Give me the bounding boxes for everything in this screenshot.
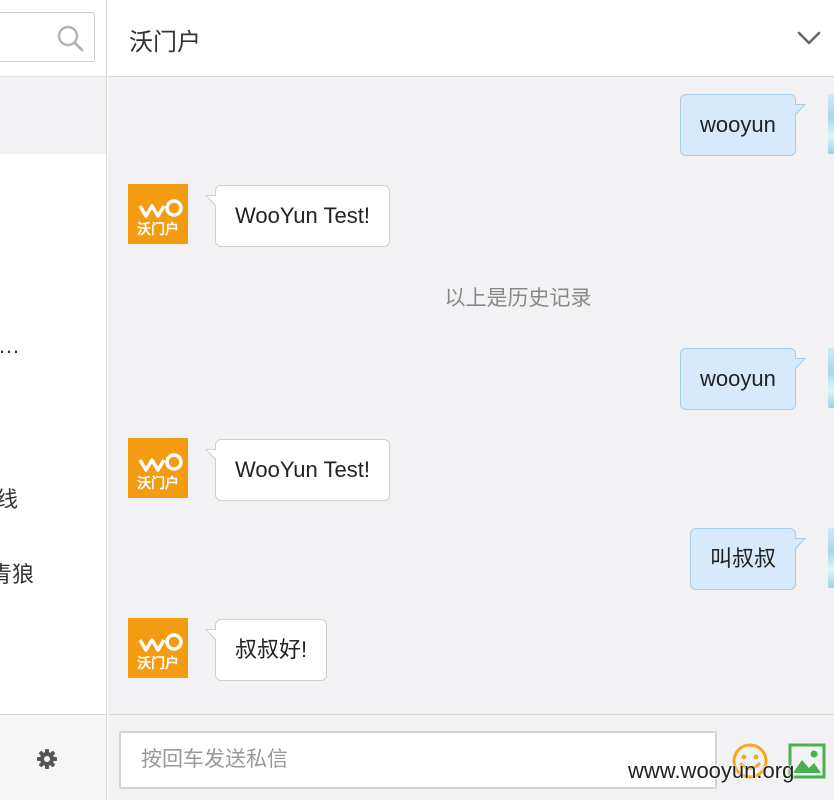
chevron-down-icon[interactable] [796,28,822,48]
search-box[interactable] [0,12,95,62]
message-bubble-outgoing: wooyun [680,348,806,410]
chat-panel: 沃门户 wooyun 沃门户 WooYun Test! 以上是历史记录 wooy… [108,0,834,800]
history-divider-label: 以上是历史记录 [444,287,592,310]
message-list[interactable]: wooyun 沃门户 WooYun Test! 以上是历史记录 wooyun 沃… [108,77,834,714]
search-icon[interactable] [56,24,84,52]
contact-avatar[interactable]: 沃门户 [128,618,188,678]
contact-avatar[interactable]: 沃门户 [128,184,188,244]
my-avatar[interactable] [828,528,834,588]
watermark: www.wooyun.org [628,758,795,783]
composer-bar [108,714,834,800]
message-bubble-incoming: WooYun Test! [205,439,390,501]
avatar-label: 沃门户 [137,221,179,238]
conversation-item-selected[interactable] [0,77,106,154]
chat-header: 沃门户 [108,0,834,77]
message-bubble-outgoing: wooyun [680,94,806,156]
message-bubble-incoming: 叔叔好! [204,619,328,681]
message-bubble-outgoing: 叫叔叔 [690,528,807,590]
message-bubble-incoming: WooYun Test! [205,185,390,247]
conversation-item-snippet[interactable]: … [0,333,21,359]
my-avatar[interactable] [828,94,834,154]
contact-avatar[interactable]: 沃门户 [128,438,188,498]
avatar-label: 沃门户 [137,655,179,672]
my-avatar[interactable] [828,348,834,408]
gear-icon[interactable] [36,748,58,770]
chat-title: 沃门户 [129,29,201,56]
conversation-sidebar: … 线 青狼 [0,0,107,800]
conversation-item-snippet[interactable]: 线 [0,482,18,514]
conversation-item-snippet[interactable]: 青狼 [0,557,34,589]
avatar-label: 沃门户 [137,475,179,492]
